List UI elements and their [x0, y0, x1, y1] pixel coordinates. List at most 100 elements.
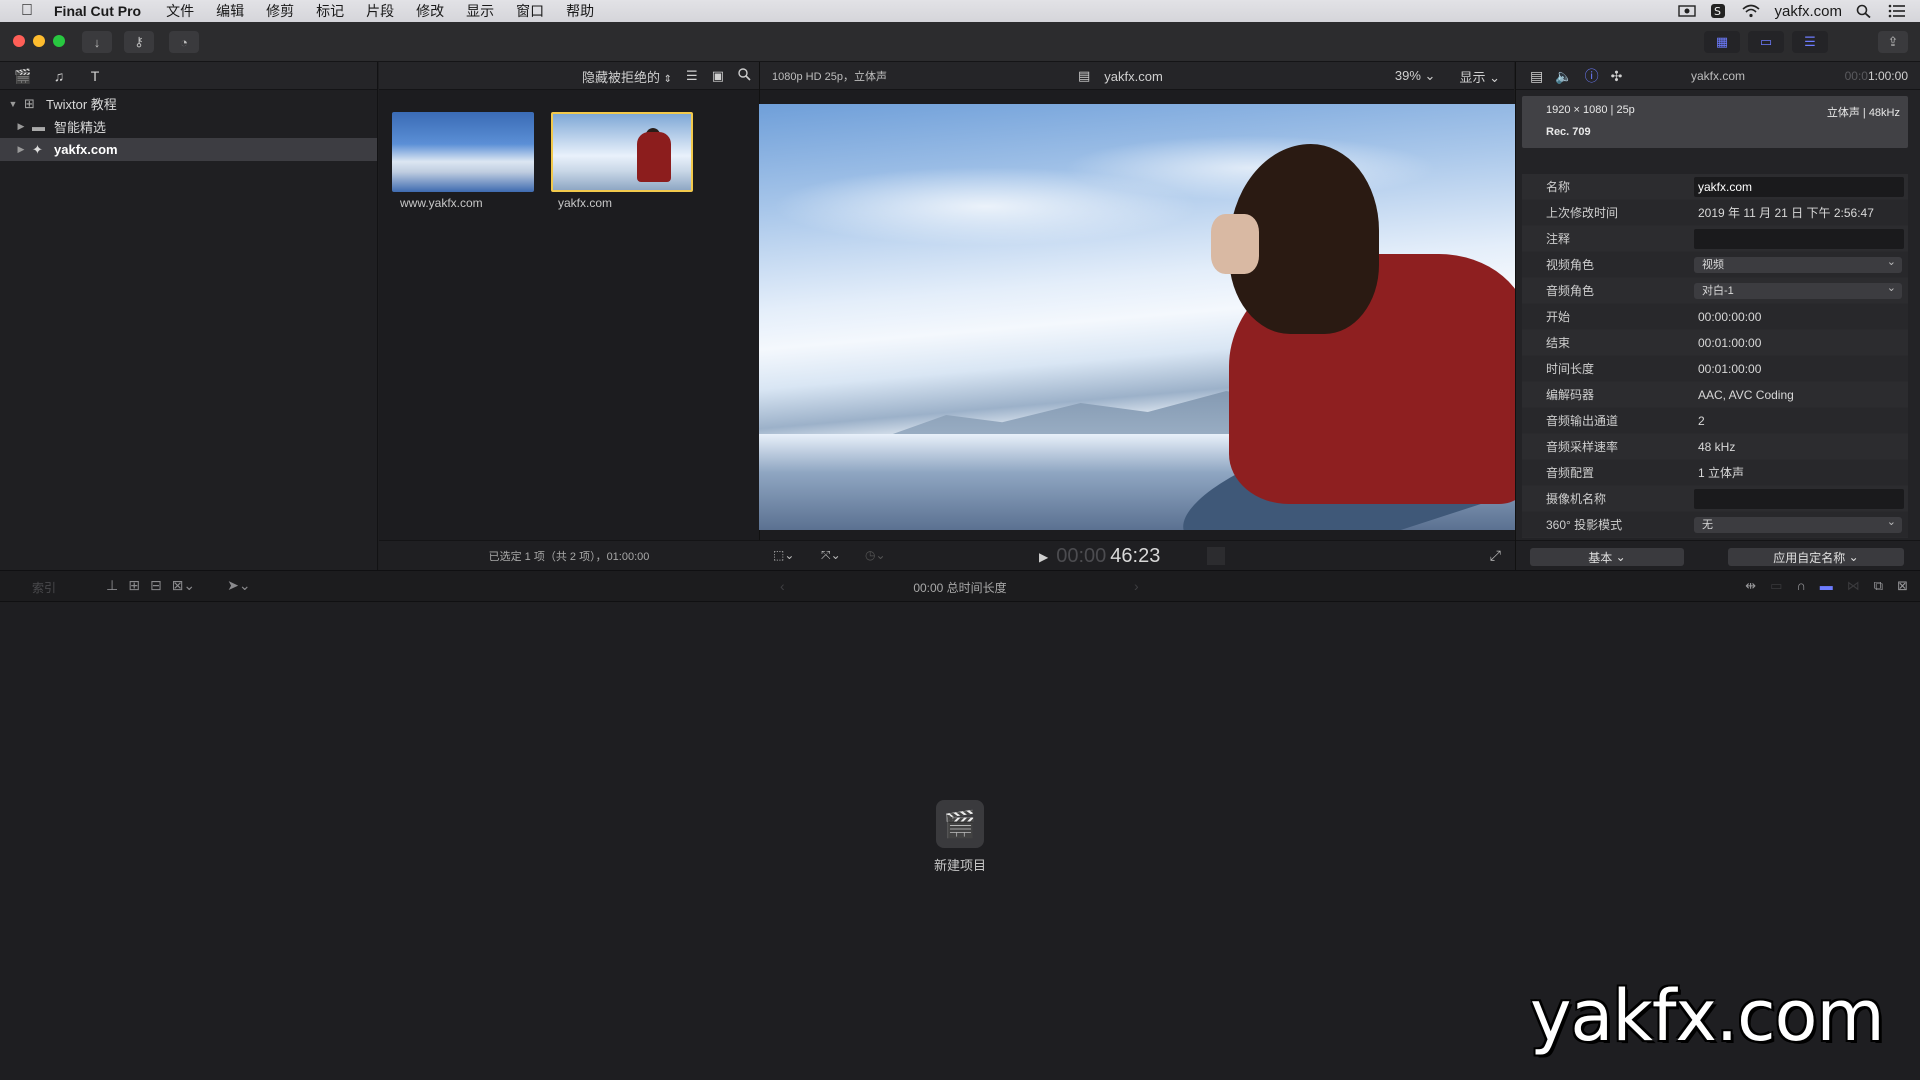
window-minimize-button[interactable] — [33, 35, 45, 47]
viewer-format: 1080p HD 25p，立体声 — [772, 71, 887, 83]
share-button[interactable]: ⇪ — [1878, 31, 1908, 53]
camera-name-field[interactable] — [1694, 488, 1904, 509]
menu-edit[interactable]: 编辑 — [205, 1, 255, 21]
fullscreen-icon[interactable]: ⤢ — [1490, 547, 1501, 564]
background-tasks-button[interactable]: ◔ — [169, 31, 199, 53]
chevron-down-icon: ⌄ — [1489, 69, 1500, 85]
property-row: 视频角色 视频 — [1522, 252, 1908, 278]
menu-help[interactable]: 帮助 — [555, 1, 605, 21]
metadata-view-button[interactable]: 基本 ⌄ — [1530, 548, 1684, 566]
property-value: AAC, AVC Coding — [1698, 387, 1794, 402]
disclosure-closed-icon[interactable]: ▶ — [14, 121, 28, 132]
keywords-button[interactable]: ⚷ — [124, 31, 154, 53]
headphones-icon[interactable]: ∩ — [1796, 578, 1805, 594]
timecode-display[interactable]: ▶ 00:00 46:23 — [1039, 545, 1160, 568]
show-timeline-button[interactable]: ▭ — [1748, 31, 1784, 53]
wifi-icon[interactable] — [1742, 4, 1761, 18]
menubar-user[interactable]: yakfx.com — [1774, 3, 1842, 20]
titles-generators-tab-icon[interactable]: T — [84, 67, 106, 85]
property-value: 2 — [1698, 413, 1705, 428]
info-properties: 名称 yakfx.com 上次修改时间 2019 年 11 月 21 日 下午 2:… — [1522, 174, 1908, 538]
property-row: 名称 yakfx.com — [1522, 174, 1908, 200]
clip-thumbnail-selected[interactable] — [551, 112, 693, 192]
share-inspector-icon[interactable]: ✣ — [1611, 68, 1623, 85]
window-close-button[interactable] — [13, 35, 25, 47]
disclosure-closed-icon[interactable]: ▶ — [14, 144, 28, 155]
library-row[interactable]: ▼ ⊞ Twixtor 教程 — [0, 92, 377, 115]
new-project-button[interactable]: 🎬 — [936, 800, 984, 848]
play-icon[interactable]: ▶ — [1039, 550, 1048, 564]
property-name: 音频采样速率 — [1546, 440, 1619, 454]
solo-icon[interactable]: ▬ — [1820, 578, 1833, 594]
apple-icon[interactable]:  — [0, 2, 54, 20]
window-zoom-button[interactable] — [53, 35, 65, 47]
menu-app-name[interactable]: Final Cut Pro — [54, 3, 155, 19]
menu-clip[interactable]: 片段 — [355, 1, 405, 21]
property-name: 360° 投影模式 — [1546, 518, 1623, 532]
duration-dim: 00:0 — [1844, 69, 1868, 83]
audio-inspector-icon[interactable]: 🔈 — [1555, 68, 1572, 85]
notification-list-icon[interactable] — [1888, 4, 1906, 18]
apply-custom-name-label: 应用自定名称 — [1773, 550, 1846, 565]
search-icon[interactable] — [738, 68, 751, 84]
audio-role-popup[interactable]: 对白-1 — [1694, 280, 1902, 299]
list-view-icon[interactable]: ☰ — [686, 68, 698, 84]
disclosure-open-icon[interactable]: ▼ — [6, 99, 20, 109]
menu-window[interactable]: 窗口 — [505, 1, 555, 21]
clip-appearance-icon[interactable]: ▣ — [712, 68, 724, 84]
view-options-label: 显示 — [1459, 69, 1486, 85]
menu-view[interactable]: 显示 — [455, 1, 505, 21]
effects-browser-icon[interactable]: ⊠ — [1897, 578, 1908, 594]
skimming-icon[interactable]: ⇹ — [1745, 578, 1756, 594]
watermark: yakfx.com — [1530, 975, 1885, 1057]
tree-item-smart-collections[interactable]: ▶ ▬ 智能精选 — [0, 115, 377, 138]
thumbnail-figure-body — [637, 132, 671, 182]
projection-mode-popup[interactable]: 无 — [1694, 514, 1902, 533]
video-frame[interactable] — [759, 104, 1515, 530]
snapping-icon[interactable]: ⋈ — [1847, 578, 1860, 594]
library-grid-icon: ⊞ — [24, 95, 35, 111]
audio-skimming-icon[interactable]: ▭ — [1770, 578, 1782, 594]
apply-custom-name-button[interactable]: 应用自定名称 ⌄ — [1728, 548, 1904, 566]
show-inspector-button[interactable]: ☰ — [1792, 31, 1828, 53]
clip-appearance-icon[interactable]: ⧉ — [1874, 578, 1883, 594]
property-name: 音频输出通道 — [1546, 414, 1619, 428]
menu-trim[interactable]: 修剪 — [255, 1, 305, 21]
info-icon[interactable]: ⓘ — [1585, 66, 1599, 86]
event-star-icon: ✦ — [32, 141, 43, 157]
app-s-icon[interactable]: S — [1710, 4, 1728, 18]
zoom-popup[interactable]: 39% ⌄ — [1395, 68, 1436, 84]
inspector-footer: 基本 ⌄ 应用自定名称 ⌄ — [1516, 540, 1920, 570]
screen-record-icon[interactable] — [1678, 4, 1697, 18]
tree-item-event[interactable]: ▶ ✦ yakfx.com — [0, 138, 377, 161]
import-button[interactable]: ↓ — [82, 31, 112, 53]
duration-main: 1:00:00 — [1867, 69, 1908, 83]
clip-thumbnail[interactable] — [392, 112, 534, 192]
notes-field[interactable] — [1694, 228, 1904, 249]
name-field[interactable]: yakfx.com — [1694, 176, 1904, 197]
retime-menu-icon[interactable]: ⤧⌄ — [821, 548, 841, 563]
view-options-popup[interactable]: 显示 ⌄ — [1459, 67, 1500, 86]
property-name: 开始 — [1546, 310, 1571, 324]
video-inspector-icon[interactable]: ▤ — [1530, 68, 1543, 85]
photos-audio-tab-icon[interactable]: ♫ — [48, 67, 70, 85]
library-name: Twixtor 教程 — [46, 97, 117, 112]
new-project-label: 新建项目 — [933, 858, 986, 873]
timecode-dim: 00:00 — [1056, 545, 1107, 567]
filmstrip-icon: ▤ — [1078, 68, 1091, 83]
viewer-title: yakfx.com — [1104, 68, 1163, 84]
app-toolbar: ↓ ⚷ ◔ ▦ ▭ ☰ ⇪ — [0, 22, 1920, 62]
menu-modify[interactable]: 修改 — [405, 1, 455, 21]
video-role-popup[interactable]: 视频 — [1694, 254, 1902, 273]
menu-mark[interactable]: 标记 — [305, 1, 355, 21]
transform-menu-icon[interactable]: ⬚⌄ — [773, 548, 794, 562]
libraries-tab-icon[interactable]: 🎬 — [12, 67, 34, 85]
clip-label: www.yakfx.com — [400, 196, 483, 210]
forward-arrow-icon[interactable]: › — [1134, 578, 1139, 594]
speed-menu-icon[interactable]: ◷⌄ — [865, 548, 886, 562]
property-row: 摄像机名称 — [1522, 486, 1908, 512]
show-browser-button[interactable]: ▦ — [1704, 31, 1740, 53]
menu-file[interactable]: 文件 — [155, 1, 205, 21]
spotlight-search-icon[interactable] — [1856, 4, 1874, 19]
clip-filter-popup[interactable]: 隐藏被拒绝的 ⇕ — [582, 67, 672, 86]
